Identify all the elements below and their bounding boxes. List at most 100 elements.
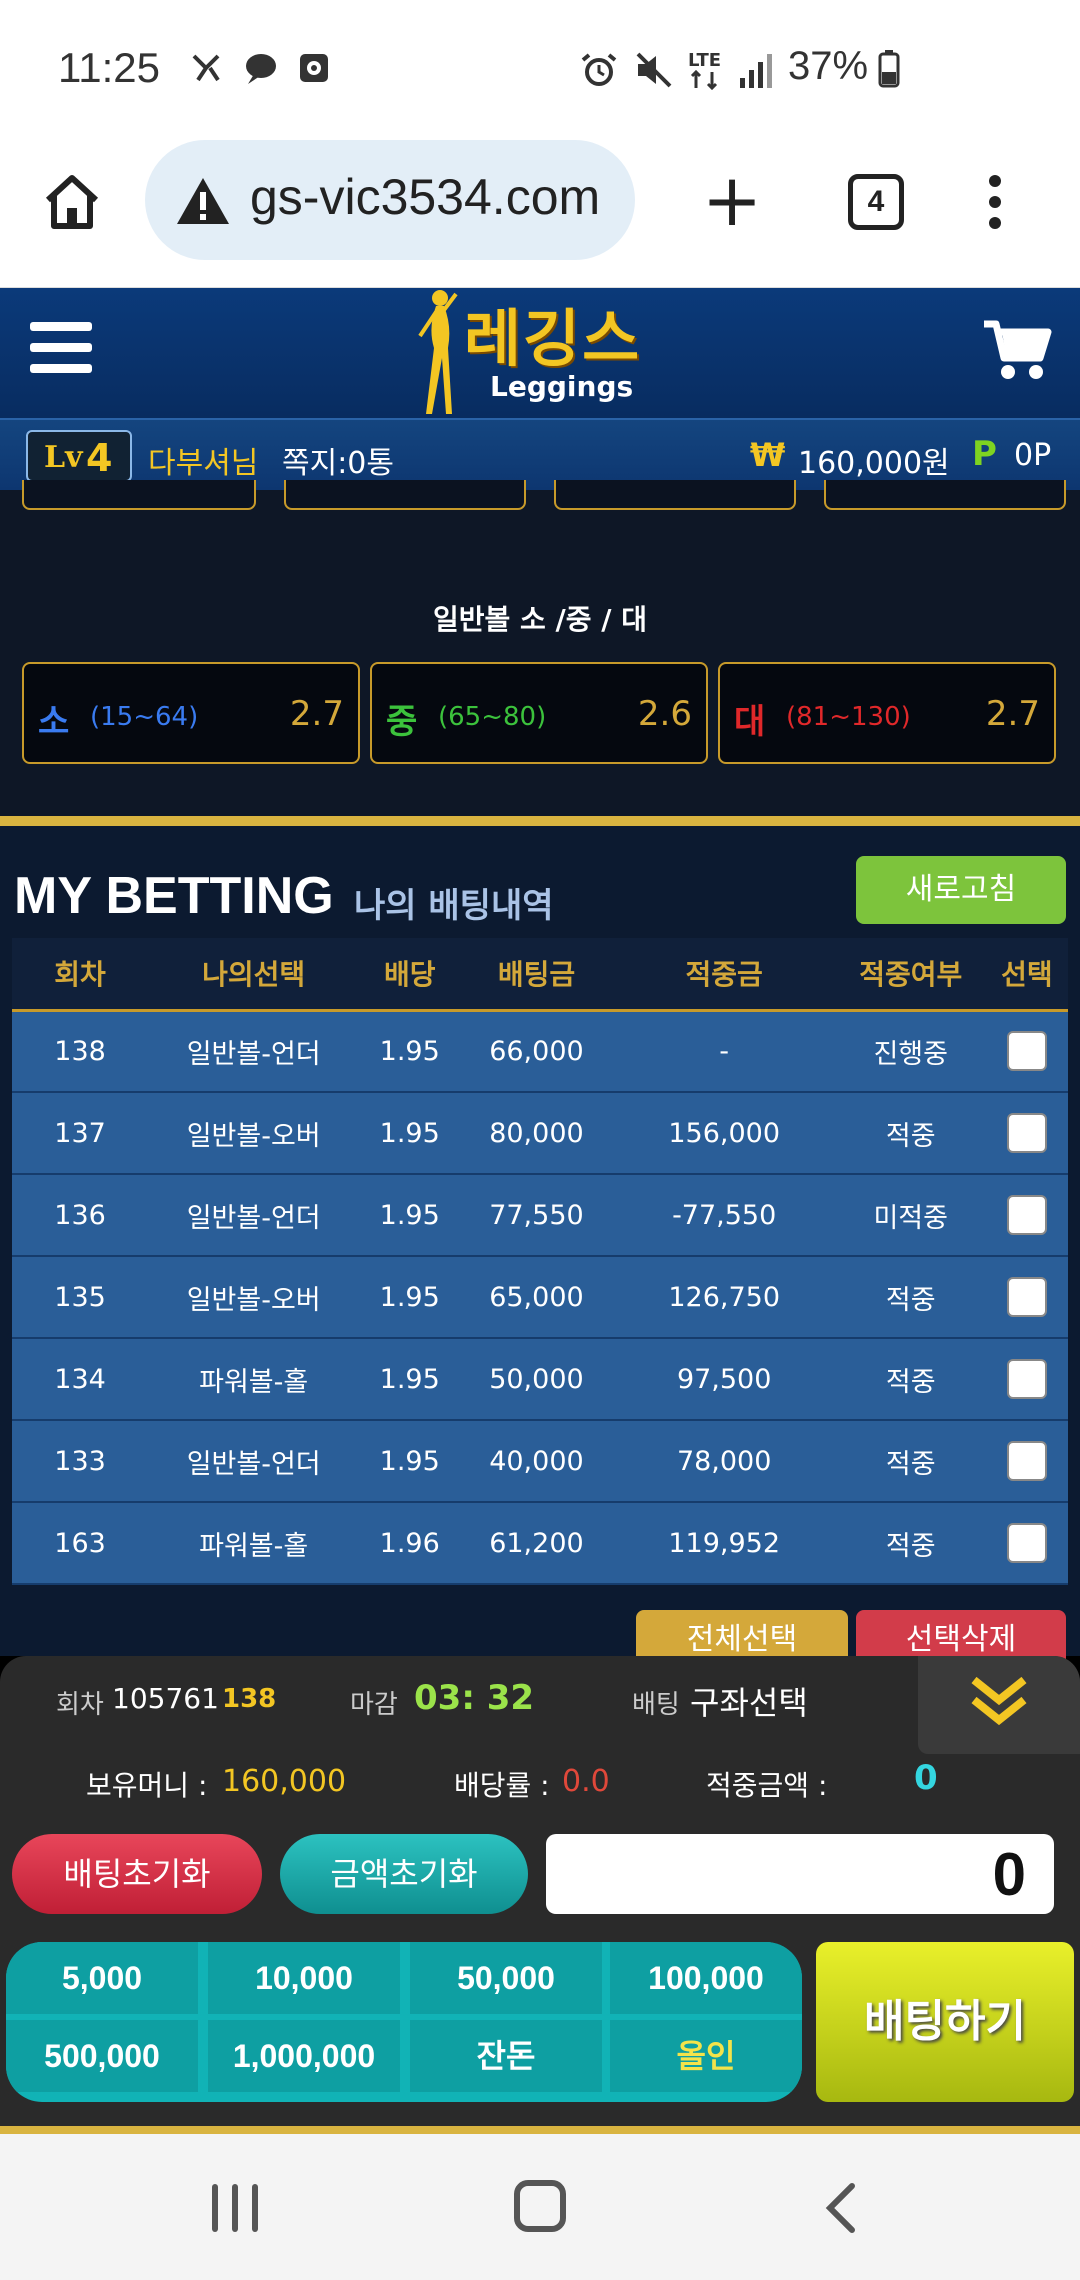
- cell-result: 미적중: [835, 1174, 986, 1257]
- cart-icon[interactable]: [982, 318, 1052, 382]
- cell-result: 적중: [835, 1256, 986, 1339]
- chip-5000[interactable]: 5,000: [6, 1942, 198, 2014]
- level-number: 4: [86, 436, 113, 480]
- option-name: 중: [386, 702, 418, 742]
- chip-50000[interactable]: 50,000: [410, 1942, 602, 2014]
- chip-buttons: 5,000 10,000 50,000 100,000 500,000 1,00…: [6, 1942, 802, 2102]
- chip-100000[interactable]: 100,000: [610, 1942, 802, 2014]
- money-value: 160,000: [222, 1764, 347, 1799]
- round-label: 회차: [56, 1690, 104, 1720]
- table-row[interactable]: 135 일반볼-오버 1.95 65,000 126,750 적중: [12, 1256, 1068, 1339]
- row-checkbox[interactable]: [1006, 1277, 1047, 1317]
- cell-choice: 일반볼-오버: [148, 1256, 360, 1339]
- reset-bet-button[interactable]: 배팅초기화: [12, 1834, 262, 1914]
- chip-500000[interactable]: 500,000: [6, 2020, 198, 2092]
- win-amount-value: 0: [914, 1758, 938, 1798]
- cell-payout: -: [612, 1010, 836, 1093]
- table-row[interactable]: 138 일반볼-언더 1.95 66,000- 진행중: [12, 1010, 1068, 1093]
- table-row[interactable]: 134 파워볼-홀 1.95 50,000 97,500 적중: [12, 1338, 1068, 1421]
- odds-option-small[interactable]: 소 (15~64) 2.7: [22, 662, 360, 764]
- row-checkbox[interactable]: [1006, 1113, 1047, 1153]
- cell-payout: 97,500: [612, 1338, 836, 1421]
- svg-text:LTE: LTE: [688, 50, 721, 71]
- message-count[interactable]: 쪽지:0통: [282, 438, 394, 482]
- cell-choice: 일반볼-오버: [148, 1092, 360, 1175]
- option-range: (65~80): [438, 702, 547, 732]
- row-checkbox[interactable]: [1006, 1031, 1047, 1072]
- cell-bet-amount: 77,550: [460, 1174, 613, 1257]
- close-label: 마감: [350, 1690, 398, 1720]
- odds-box-partial[interactable]: [554, 480, 796, 510]
- reset-amount-button[interactable]: 금액초기화: [280, 1834, 528, 1914]
- user-name[interactable]: 다부셔님: [148, 438, 258, 482]
- home-icon[interactable]: [40, 170, 104, 234]
- bet-amount-input[interactable]: [546, 1834, 1054, 1914]
- place-bet-button[interactable]: 배팅하기: [816, 1942, 1074, 2102]
- table-row[interactable]: 163 파워볼-홀 1.96 61,200 119,952 적중: [12, 1502, 1068, 1585]
- hamburger-menu-icon[interactable]: [30, 322, 92, 374]
- chip-all-in[interactable]: 올인: [610, 2020, 802, 2092]
- chip-change[interactable]: 잔돈: [410, 2020, 602, 2092]
- more-menu-icon[interactable]: [980, 170, 1010, 234]
- table-row[interactable]: 136 일반볼-언더 1.95 77,550 -77,550 미적중: [12, 1174, 1068, 1257]
- cell-bet-amount: 50,000: [460, 1338, 613, 1421]
- col-result: 적중여부: [835, 938, 986, 1012]
- cell-select: [985, 1338, 1068, 1421]
- money-label: 보유머니 :: [86, 1769, 208, 1802]
- site-header: 레깅스 Leggings: [0, 288, 1080, 418]
- cell-odds: 1.95: [359, 1256, 461, 1339]
- option-name: 대: [734, 702, 766, 742]
- table-row[interactable]: 137 일반볼-오버 1.95 80,000 156,000 적중: [12, 1092, 1068, 1175]
- logo-korean: 레깅스: [464, 302, 642, 375]
- warning-icon[interactable]: [175, 176, 231, 226]
- row-checkbox[interactable]: [1006, 1195, 1047, 1235]
- cell-round: 136: [12, 1174, 149, 1257]
- new-tab-button[interactable]: +: [700, 164, 764, 236]
- chip-10000[interactable]: 10,000: [208, 1942, 400, 2014]
- cell-odds: 1.96: [359, 1502, 461, 1585]
- cell-select: [985, 1010, 1068, 1093]
- row-checkbox[interactable]: [1006, 1441, 1047, 1481]
- cell-result: 적중: [835, 1420, 986, 1503]
- cell-result: 적중: [835, 1338, 986, 1421]
- home-nav-icon[interactable]: [514, 2180, 566, 2232]
- site-logo[interactable]: 레깅스 Leggings: [412, 288, 672, 418]
- my-betting-subtitle: 나의 배팅내역: [354, 886, 554, 926]
- vpn-key-icon: [192, 54, 220, 82]
- alarm-icon: [581, 53, 617, 86]
- table-row[interactable]: 133 일반볼-언더 1.95 40,000 78,000 적중: [12, 1420, 1068, 1503]
- option-odds: 2.6: [637, 694, 692, 734]
- recent-apps-icon[interactable]: [212, 2184, 262, 2232]
- col-odds: 배당: [359, 938, 461, 1012]
- back-icon[interactable]: [820, 2180, 860, 2236]
- status-bar: 11:25 LTE 37%: [0, 0, 1080, 140]
- tab-switcher-button[interactable]: 4: [848, 174, 904, 230]
- col-select: 선택: [985, 938, 1068, 1012]
- cell-payout: 156,000: [612, 1092, 836, 1175]
- cell-bet-amount: 61,200: [460, 1502, 613, 1585]
- cell-bet-amount: 66,000: [460, 1010, 613, 1093]
- bet-slip-panel: 회차 105761 138 마감 03: 32 배팅 구좌선택 보유머니 : 1…: [0, 1656, 1080, 2130]
- chat-bubble-icon: [246, 54, 276, 84]
- odds-option-large[interactable]: 대 (81~130) 2.7: [718, 662, 1056, 764]
- status-left-icons: [188, 50, 332, 86]
- odds-box-partial[interactable]: [284, 480, 526, 510]
- row-checkbox[interactable]: [1006, 1359, 1047, 1399]
- cell-payout: 126,750: [612, 1256, 836, 1339]
- address-bar[interactable]: gs-vic3534.com: [145, 140, 635, 260]
- refresh-button[interactable]: 새로고침: [856, 856, 1066, 924]
- odds-box-partial[interactable]: [22, 480, 256, 510]
- level-badge: Lv 4: [26, 430, 132, 482]
- chip-1000000[interactable]: 1,000,000: [208, 2020, 400, 2092]
- odds-option-medium[interactable]: 중 (65~80) 2.6: [370, 662, 708, 764]
- row-checkbox[interactable]: [1006, 1523, 1047, 1563]
- battery-percent: 37%: [788, 44, 869, 88]
- url-text[interactable]: gs-vic3534.com: [250, 168, 600, 226]
- point-icon: P: [972, 434, 997, 474]
- level-prefix: Lv: [44, 440, 83, 475]
- col-bet-amount: 배팅금: [460, 938, 613, 1012]
- odds-box-partial[interactable]: [824, 480, 1066, 510]
- lte-icon: LTE: [688, 50, 721, 90]
- collapse-button[interactable]: [918, 1656, 1080, 1754]
- my-betting-section: MY BETTING 나의 배팅내역 새로고침 회차 나의선택 배당 배팅금 적…: [0, 826, 1080, 1670]
